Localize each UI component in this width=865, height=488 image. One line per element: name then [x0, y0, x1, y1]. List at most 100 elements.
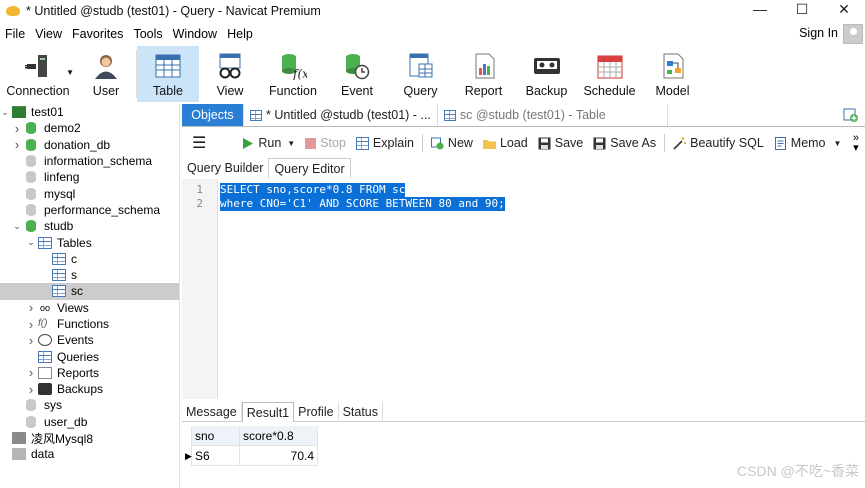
hamburger-menu-button[interactable]: ☰: [182, 132, 216, 154]
sqlite-connection-icon: [12, 448, 26, 461]
tab-message[interactable]: Message: [182, 402, 242, 422]
tab-profile[interactable]: Profile: [294, 402, 339, 422]
navicat-logo-icon: [6, 6, 20, 16]
result-header-row: sno score*0.8: [182, 426, 318, 446]
tree-functions[interactable]: › f() Functions: [0, 316, 179, 332]
stop-button[interactable]: Stop: [300, 132, 351, 154]
tree-reports[interactable]: › Reports: [0, 365, 179, 381]
tree-table-sc[interactable]: sc: [0, 283, 179, 300]
new-query-button[interactable]: New: [426, 132, 478, 154]
tree-connection-test01[interactable]: ⌄ test01: [0, 104, 179, 120]
database-icon: [26, 203, 36, 216]
sign-in-link[interactable]: Sign In: [799, 26, 838, 40]
backup-icon: [532, 51, 562, 81]
window-title: * Untitled @studb (test01) - Query - Nav…: [26, 4, 321, 18]
cell-score[interactable]: 70.4: [240, 446, 318, 466]
explain-button[interactable]: Explain: [351, 132, 419, 154]
cell-sno[interactable]: S6: [192, 446, 240, 466]
save-button[interactable]: Save: [533, 132, 589, 154]
tree-db-linfeng[interactable]: linfeng: [0, 169, 179, 185]
menu-file[interactable]: File: [0, 27, 30, 41]
stop-icon: [305, 137, 317, 149]
expand-icon[interactable]: ›: [12, 121, 22, 136]
tree-backups[interactable]: › Backups: [0, 381, 179, 397]
mysql-connection-icon: [12, 106, 26, 119]
maximize-button[interactable]: ☐: [781, 0, 823, 22]
tab-result1[interactable]: Result1: [241, 402, 295, 422]
load-button[interactable]: Load: [478, 132, 533, 154]
toolbar-function-button[interactable]: f(x) Function: [261, 46, 325, 102]
tree-views[interactable]: › oo Views: [0, 300, 179, 316]
new-tab-button[interactable]: [837, 104, 865, 126]
toolbar-report-button[interactable]: Report: [452, 46, 515, 102]
toolbar-user-button[interactable]: User: [76, 46, 136, 102]
tree-db-studb[interactable]: ⌄ studb: [0, 218, 179, 234]
tree-table-c[interactable]: c: [0, 251, 179, 267]
toolbar-event-button[interactable]: Event: [325, 46, 389, 102]
document-tabs: Objects * Untitled @studb (test01) - ...…: [182, 104, 865, 127]
menu-tools[interactable]: Tools: [128, 27, 167, 41]
toolbar-overflow-icon[interactable]: » ▾: [853, 133, 859, 154]
tree-db-donation-db[interactable]: › donation_db: [0, 137, 179, 153]
tab-status[interactable]: Status: [339, 402, 383, 422]
tree-db-performance-schema[interactable]: performance_schema: [0, 202, 179, 218]
query-tab-icon: [250, 109, 262, 121]
table-icon: [52, 269, 66, 282]
expand-icon[interactable]: ›: [26, 365, 36, 380]
collapse-icon[interactable]: ⌄: [0, 107, 10, 118]
expand-icon[interactable]: ›: [26, 333, 36, 348]
beautify-sql-button[interactable]: Beautify SQL: [668, 132, 769, 154]
sql-editor[interactable]: 1 2 SELECT sno,score*0.8 FROM sc where C…: [182, 179, 865, 399]
column-header-score[interactable]: score*0.8: [240, 426, 318, 446]
tree-table-s[interactable]: s: [0, 267, 179, 283]
minimize-button[interactable]: —: [739, 0, 781, 22]
tab-objects[interactable]: Objects: [182, 104, 244, 126]
avatar-icon[interactable]: [843, 24, 863, 44]
toolbar-connection-button[interactable]: Connection ▼: [0, 46, 76, 102]
table-row[interactable]: ▶ S6 70.4: [182, 446, 318, 466]
toolbar-schedule-button[interactable]: Schedule: [578, 46, 641, 102]
menu-window[interactable]: Window: [168, 27, 222, 41]
tree-events[interactable]: › Events: [0, 332, 179, 348]
tree-connection-lingfeng[interactable]: 凌风Mysql8: [0, 430, 179, 446]
sql-line[interactable]: SELECT sno,score*0.8 FROM sc: [220, 183, 406, 197]
database-icon: [26, 122, 36, 135]
menu-favorites[interactable]: Favorites: [67, 27, 128, 41]
expand-icon[interactable]: ›: [26, 382, 36, 397]
tab-query-editor[interactable]: Query Editor: [268, 158, 351, 178]
save-as-button[interactable]: Save As: [588, 132, 661, 154]
menu-view[interactable]: View: [30, 27, 67, 41]
menu-help[interactable]: Help: [222, 27, 258, 41]
tab-query-builder[interactable]: Query Builder: [182, 158, 268, 178]
toolbar-model-button[interactable]: Model: [641, 46, 704, 102]
memo-button[interactable]: Memo ▼: [769, 132, 847, 154]
connection-dropdown-icon[interactable]: ▼: [66, 68, 74, 77]
tree-db-information-schema[interactable]: information_schema: [0, 153, 179, 169]
toolbar-table-button[interactable]: Table: [137, 46, 199, 102]
tree-db-demo2[interactable]: › demo2: [0, 120, 179, 136]
watermark: CSDN @不吃~香菜: [737, 463, 859, 479]
tree-connection-data[interactable]: data: [0, 446, 179, 462]
run-button[interactable]: Run ▼: [236, 132, 300, 154]
expand-icon[interactable]: ›: [12, 137, 22, 152]
tree-queries[interactable]: Queries: [0, 348, 179, 364]
expand-icon[interactable]: ›: [26, 317, 36, 332]
toolbar-backup-button[interactable]: Backup: [515, 46, 578, 102]
close-button[interactable]: ✕: [823, 0, 865, 22]
toolbar-view-button[interactable]: View: [199, 46, 261, 102]
expand-icon[interactable]: ›: [26, 300, 36, 315]
collapse-icon[interactable]: ⌄: [26, 237, 36, 248]
run-dropdown-icon[interactable]: ▼: [287, 139, 295, 148]
tab-query-untitled[interactable]: * Untitled @studb (test01) - ...: [244, 104, 438, 126]
schedule-icon: [595, 51, 625, 81]
column-header-sno[interactable]: sno: [192, 426, 240, 446]
memo-dropdown-icon[interactable]: ▼: [834, 139, 842, 148]
sql-line[interactable]: where CNO='C1' AND SCORE BETWEEN 80 and …: [220, 197, 505, 211]
tree-db-user-db[interactable]: user_db: [0, 414, 179, 430]
tree-db-sys[interactable]: sys: [0, 397, 179, 413]
tab-table-sc[interactable]: sc @studb (test01) - Table: [438, 104, 668, 126]
collapse-icon[interactable]: ⌄: [12, 221, 22, 232]
tree-db-mysql[interactable]: mysql: [0, 185, 179, 201]
toolbar-query-button[interactable]: Query: [389, 46, 452, 102]
tree-tables-folder[interactable]: ⌄ Tables: [0, 234, 179, 250]
